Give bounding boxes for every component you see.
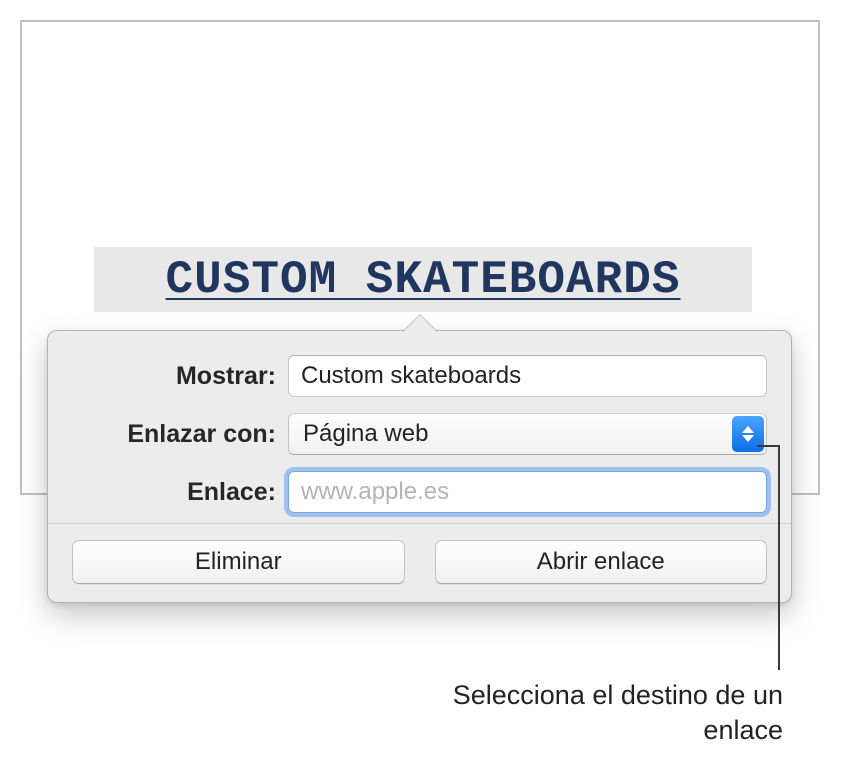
display-label: Mostrar: bbox=[72, 362, 288, 391]
delete-button[interactable]: Eliminar bbox=[72, 540, 405, 584]
link-editor-popover: Mostrar: Enlazar con: Página web Enlace: bbox=[47, 330, 792, 603]
link-to-row: Enlazar con: Página web bbox=[72, 413, 767, 455]
link-to-selected-value: Página web bbox=[288, 413, 767, 455]
button-row: Eliminar Abrir enlace bbox=[72, 540, 767, 584]
callout-leader-line bbox=[778, 445, 780, 670]
divider bbox=[48, 523, 791, 524]
display-row: Mostrar: bbox=[72, 355, 767, 397]
open-link-button[interactable]: Abrir enlace bbox=[435, 540, 768, 584]
url-input[interactable] bbox=[288, 471, 767, 513]
hyperlink-text[interactable]: CUSTOM SKATEBOARDS bbox=[166, 254, 681, 306]
url-row: Enlace: bbox=[72, 471, 767, 513]
display-text-input[interactable] bbox=[288, 355, 767, 397]
callout-text: Selecciona el destino de un enlace bbox=[408, 678, 783, 748]
link-to-label: Enlazar con: bbox=[72, 420, 288, 449]
selected-link-highlight: CUSTOM SKATEBOARDS bbox=[94, 247, 752, 312]
url-label: Enlace: bbox=[72, 478, 288, 507]
link-to-dropdown[interactable]: Página web bbox=[288, 413, 767, 455]
